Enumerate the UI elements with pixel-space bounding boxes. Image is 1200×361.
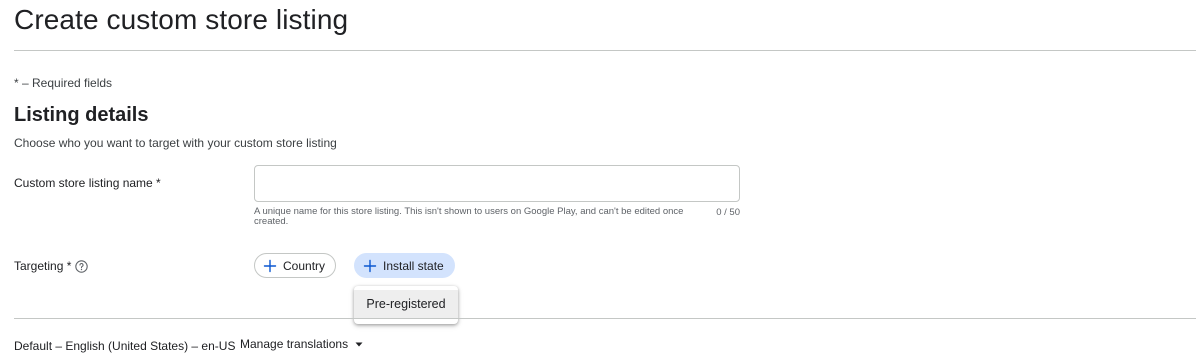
install-state-chip[interactable]: Install state	[354, 253, 455, 278]
manage-translations-button[interactable]: Manage translations	[240, 337, 364, 351]
required-fields-note: * – Required fields	[14, 76, 113, 90]
listing-name-input[interactable]	[254, 165, 740, 202]
plus-icon	[363, 259, 377, 273]
listing-name-helper: A unique name for this store listing. Th…	[254, 206, 684, 227]
menu-item-pre-registered[interactable]: Pre-registered	[354, 290, 458, 318]
install-state-chip-label: Install state	[383, 258, 444, 273]
listing-name-label: Custom store listing name *	[14, 176, 161, 190]
help-circle-icon[interactable]	[75, 259, 89, 273]
country-chip-label: Country	[283, 258, 326, 273]
listing-name-char-count: 0 / 50	[716, 207, 740, 218]
section-description: Choose who you want to target with your …	[14, 136, 337, 150]
section-title: Listing details	[14, 104, 149, 126]
default-language-label: Default – English (United States) – en-U…	[14, 339, 236, 353]
manage-translations-label: Manage translations	[240, 337, 349, 351]
page-title: Create custom store listing	[14, 4, 349, 35]
targeting-label: Targeting *	[14, 259, 72, 273]
country-chip[interactable]: Country	[254, 253, 337, 278]
header-divider	[14, 50, 1196, 51]
plus-icon	[263, 259, 277, 273]
targeting-label-group: Targeting *	[14, 259, 89, 273]
footer-divider	[14, 318, 1196, 319]
caret-down-icon	[354, 339, 364, 349]
